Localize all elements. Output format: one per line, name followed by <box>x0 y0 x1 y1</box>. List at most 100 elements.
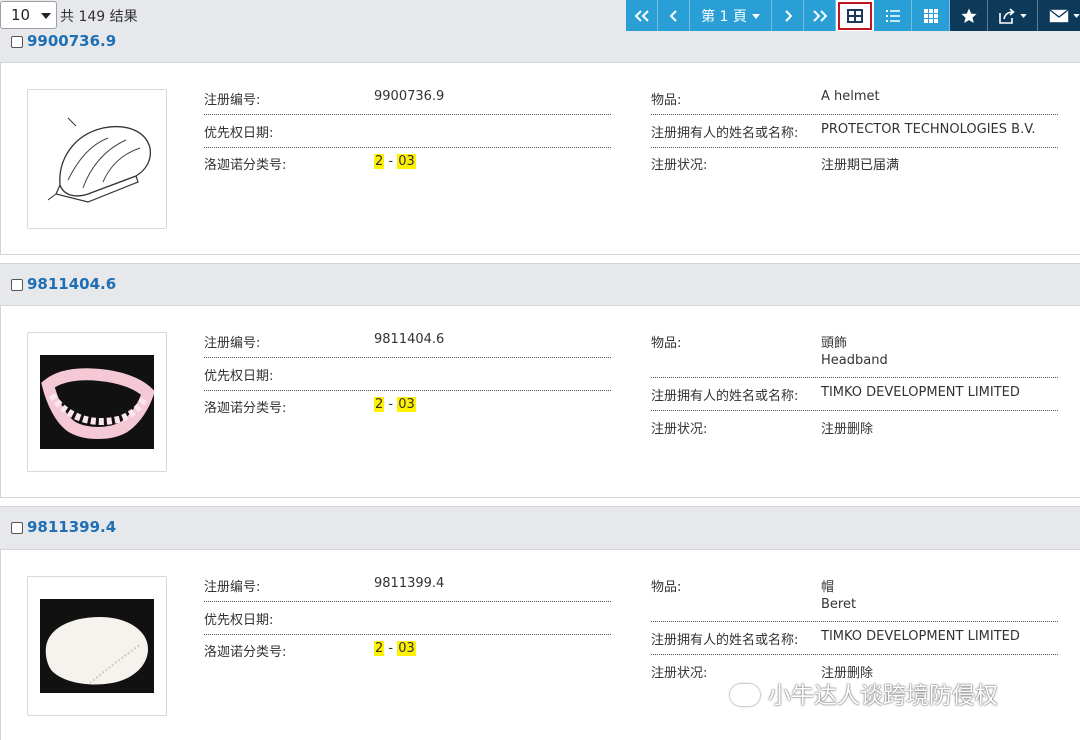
owner-label: 注册拥有人的姓名或名称: <box>651 126 799 141</box>
locarno-value: 2 - 03 <box>374 154 416 169</box>
locarno-class-highlight: 2 <box>374 641 385 656</box>
priority-label: 优先权日期: <box>204 126 274 141</box>
list-view-button[interactable] <box>874 0 912 32</box>
locarno-label: 洛迦诺分类号: <box>204 401 287 416</box>
product-label: 物品: <box>651 580 682 595</box>
beret-photo-image <box>40 599 154 693</box>
table-view-icon <box>846 9 863 23</box>
locarno-class-highlight: 2 <box>374 154 385 169</box>
record-checkbox[interactable] <box>11 279 23 291</box>
product-value-native: 頭飾 <box>821 336 848 351</box>
product-value-english: Headband <box>821 353 888 368</box>
caret-down-icon <box>1020 14 1027 18</box>
next-page-button[interactable] <box>772 0 804 32</box>
priority-label: 优先权日期: <box>204 369 274 384</box>
page-select-button[interactable]: 第 1 頁 <box>690 0 772 32</box>
chevron-right-icon <box>784 10 792 22</box>
owner-value: TIMKO DEVELOPMENT LIMITED <box>821 385 1020 400</box>
list-view-icon <box>885 10 900 22</box>
email-button[interactable] <box>1038 0 1080 32</box>
product-value-english: Beret <box>821 597 857 612</box>
record-number-link[interactable]: 9811399.4 <box>27 518 116 536</box>
page-label: 第 1 頁 <box>701 9 747 25</box>
status-value: 注册期已届满 <box>821 158 900 173</box>
record-card: 注册编号: 9900736.9 优先权日期: 洛迦诺分类号: 2 - 03 物品… <box>0 63 1080 255</box>
row-divider <box>204 601 611 602</box>
design-thumbnail[interactable] <box>27 576 167 716</box>
status-label: 注册状况: <box>651 422 708 437</box>
design-thumbnail[interactable] <box>27 89 167 229</box>
row-divider <box>204 357 611 358</box>
envelope-icon <box>1049 9 1068 23</box>
double-chevron-right-icon <box>812 10 827 22</box>
row-divider <box>651 377 1058 378</box>
per-page-select[interactable]: 10 <box>0 1 57 29</box>
record-header: 9900736.9 <box>0 31 1080 63</box>
locarno-label: 洛迦诺分类号: <box>204 645 287 660</box>
locarno-label: 洛迦诺分类号: <box>204 158 287 173</box>
caret-down-icon <box>1072 14 1080 18</box>
design-thumbnail[interactable] <box>27 332 167 472</box>
row-divider <box>651 654 1058 655</box>
reg-no-value: 9900736.9 <box>374 89 445 104</box>
double-chevron-left-icon <box>634 10 649 22</box>
action-toolbar: 第 1 頁 <box>626 0 1080 32</box>
row-divider <box>651 114 1058 115</box>
reg-no-value: 9811399.4 <box>374 576 445 591</box>
watermark-text: 小牛达人谈跨境防侵权 <box>768 683 998 709</box>
export-button[interactable] <box>988 0 1038 32</box>
record-header: 9811404.6 <box>0 263 1080 306</box>
locarno-separator: - <box>384 154 398 169</box>
row-divider <box>204 390 611 391</box>
locarno-value: 2 - 03 <box>374 641 416 656</box>
chevron-down-icon <box>41 13 51 19</box>
results-toolbar: 10 共 149 结果 第 1 頁 <box>0 0 1080 32</box>
favorite-button[interactable] <box>950 0 988 32</box>
priority-label: 优先权日期: <box>204 613 274 628</box>
star-icon <box>960 8 977 23</box>
caret-down-icon <box>751 13 760 19</box>
locarno-separator: - <box>384 641 398 656</box>
grid-view-button[interactable] <box>912 0 950 32</box>
row-divider <box>651 410 1058 411</box>
product-label: 物品: <box>651 93 682 108</box>
owner-label: 注册拥有人的姓名或名称: <box>651 633 799 648</box>
headband-photo-image <box>40 355 155 449</box>
record-number-link[interactable]: 9811404.6 <box>27 275 116 293</box>
wechat-icon <box>730 684 760 706</box>
reg-no-label: 注册编号: <box>204 93 261 108</box>
chevron-left-icon <box>669 10 677 22</box>
table-view-button[interactable] <box>836 0 874 32</box>
row-divider <box>204 147 611 148</box>
reg-no-label: 注册编号: <box>204 336 261 351</box>
row-divider <box>204 114 611 115</box>
record-card: 注册编号: 9811399.4 优先权日期: 洛迦诺分类号: 2 - 03 物品… <box>0 550 1080 740</box>
locarno-subclass-highlight: 03 <box>397 641 416 656</box>
reg-no-value: 9811404.6 <box>374 332 445 347</box>
row-divider <box>651 621 1058 622</box>
first-page-button[interactable] <box>626 0 658 32</box>
wechat-watermark: 小牛达人谈跨境防侵权 <box>730 676 998 710</box>
record-checkbox[interactable] <box>11 36 23 48</box>
locarno-subclass-highlight: 03 <box>397 154 416 169</box>
status-label: 注册状况: <box>651 158 708 173</box>
export-icon <box>999 8 1015 24</box>
last-page-button[interactable] <box>804 0 836 32</box>
owner-value: TIMKO DEVELOPMENT LIMITED <box>821 629 1020 644</box>
grid-view-icon <box>923 9 938 23</box>
product-value-native: 帽 <box>821 580 835 595</box>
reg-no-label: 注册编号: <box>204 580 261 595</box>
status-label: 注册状况: <box>651 666 708 681</box>
locarno-separator: - <box>384 397 398 412</box>
helmet-drawing-image <box>47 117 152 203</box>
result-count: 共 149 结果 <box>60 9 138 25</box>
product-label: 物品: <box>651 336 682 351</box>
record-number-link[interactable]: 9900736.9 <box>27 32 116 50</box>
prev-page-button[interactable] <box>658 0 690 32</box>
row-divider <box>204 634 611 635</box>
record-checkbox[interactable] <box>11 522 23 534</box>
status-value: 注册删除 <box>821 422 874 437</box>
record-card: 注册编号: 9811404.6 优先权日期: 洛迦诺分类号: 2 - 03 物品… <box>0 306 1080 498</box>
locarno-subclass-highlight: 03 <box>397 397 416 412</box>
locarno-value: 2 - 03 <box>374 397 416 412</box>
